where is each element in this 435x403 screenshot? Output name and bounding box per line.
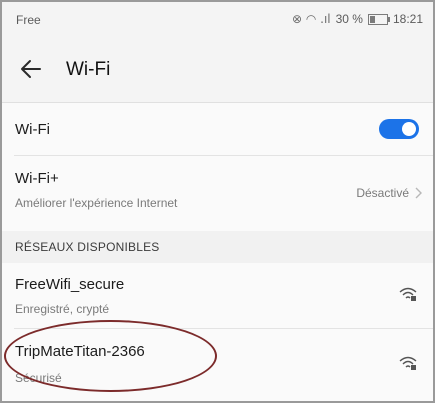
status-bar: Free ⊗ ◠ .ıl 30 % 18:21 [2,2,433,40]
network-ssid: FreeWifi_secure [15,276,125,293]
wifi-plus-status: Désactivé [356,186,409,200]
clock: 18:21 [392,12,423,26]
status-icons: ⊗ ◠ .ıl 30 % 18:21 [292,12,423,26]
network-item[interactable]: FreeWifi_secure Enregistré, crypté [2,264,433,328]
wifi-toggle-label: Wi-Fi [15,121,50,138]
wifi-toggle-row[interactable]: Wi-Fi [2,103,433,155]
wifi-plus-sublabel: Améliorer l'expérience Internet [15,196,178,210]
highlight-annotation-ellipse [4,320,217,392]
toggle-knob [402,122,416,136]
chevron-right-icon [415,187,422,199]
network-detail: Enregistré, crypté [15,302,110,316]
wifi-plus-row[interactable]: Wi-Fi+ Améliorer l'expérience Internet D… [2,156,433,230]
battery-icon [367,13,390,25]
carrier-name: Free [16,13,41,27]
wifi-toggle-switch[interactable] [379,119,419,139]
battery-fill [369,15,375,23]
app-bar: Wi-Fi [2,40,433,103]
page-title: Wi-Fi [66,59,111,80]
section-header-label: RÉSEAUX DISPONIBLES [15,240,160,254]
section-header-available-networks: RÉSEAUX DISPONIBLES [2,231,433,263]
signal-status-icon: ⊗ ◠ .ıl [291,12,331,26]
battery-percent: 30 % [335,12,363,26]
wifi-secure-icon [399,356,417,370]
back-arrow-icon[interactable] [18,56,44,82]
phone-screen: Free ⊗ ◠ .ıl 30 % 18:21 Wi-Fi Wi-Fi Wi-F… [0,0,435,403]
wifi-secure-icon [399,287,417,301]
wifi-plus-label: Wi-Fi+ [15,170,59,187]
